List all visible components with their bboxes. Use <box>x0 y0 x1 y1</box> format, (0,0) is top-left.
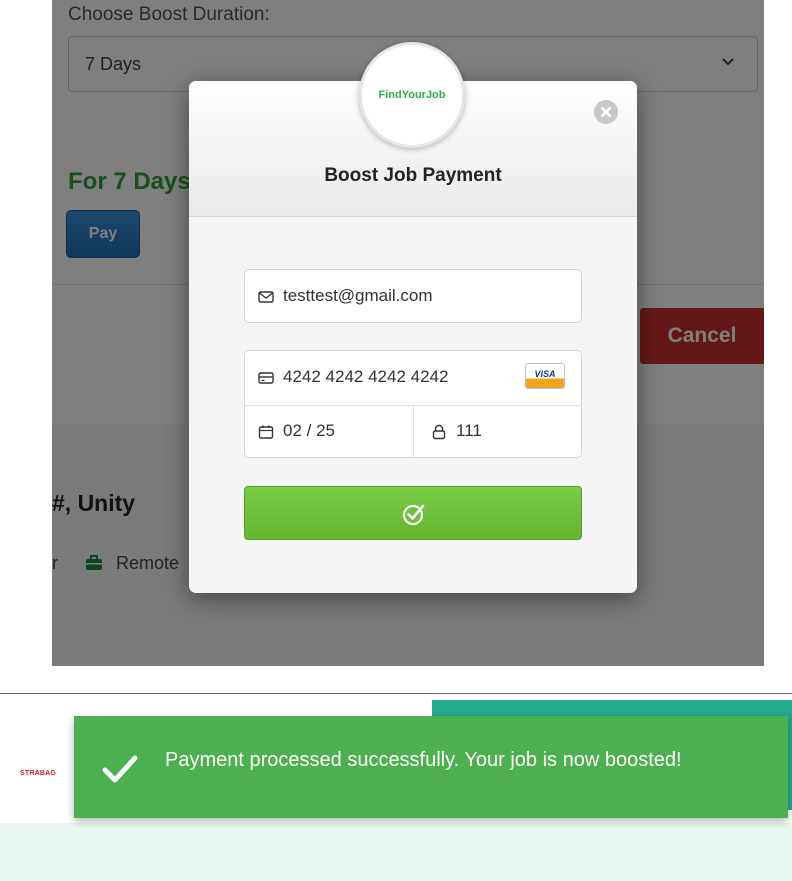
card-details-group: 4242 4242 4242 4242 VISA 02 / 25 111 <box>244 350 582 458</box>
close-button[interactable] <box>594 100 618 124</box>
close-icon <box>600 106 612 118</box>
email-field[interactable]: testtest@gmail.com <box>244 269 582 323</box>
visa-icon: VISA <box>525 363 565 389</box>
card-brand-label: VISA <box>534 369 556 379</box>
cvc-value: 111 <box>456 421 482 440</box>
lock-icon <box>432 424 446 440</box>
success-toast[interactable]: Payment processed successfully. Your job… <box>74 716 788 818</box>
checkmark-icon <box>102 755 138 783</box>
screenshot-divider <box>0 693 792 694</box>
payment-modal: Boost Job Payment testtest@gmail.com 424… <box>189 81 637 593</box>
expiry-field[interactable]: 02 / 25 <box>245 406 413 458</box>
envelope-icon <box>258 291 274 303</box>
check-circle-icon <box>402 504 425 526</box>
toast-message: Payment processed successfully. Your job… <box>165 749 682 771</box>
page-strip <box>0 823 792 881</box>
logo-text: FindYourJob <box>378 89 446 101</box>
modal-title: Boost Job Payment <box>324 165 502 186</box>
credit-card-icon <box>258 372 274 384</box>
cvc-field[interactable]: 111 <box>414 406 581 458</box>
calendar-icon <box>258 425 274 439</box>
expiry-value: 02 / 25 <box>283 421 335 440</box>
email-value: testtest@gmail.com <box>283 286 433 305</box>
company-logo: FindYourJob <box>359 42 465 148</box>
card-number-field[interactable]: 4242 4242 4242 4242 VISA <box>245 351 581 405</box>
card-number-value: 4242 4242 4242 4242 <box>283 367 449 386</box>
strabag-logo: STRABAG <box>20 770 57 777</box>
submit-payment-button[interactable] <box>244 486 582 540</box>
